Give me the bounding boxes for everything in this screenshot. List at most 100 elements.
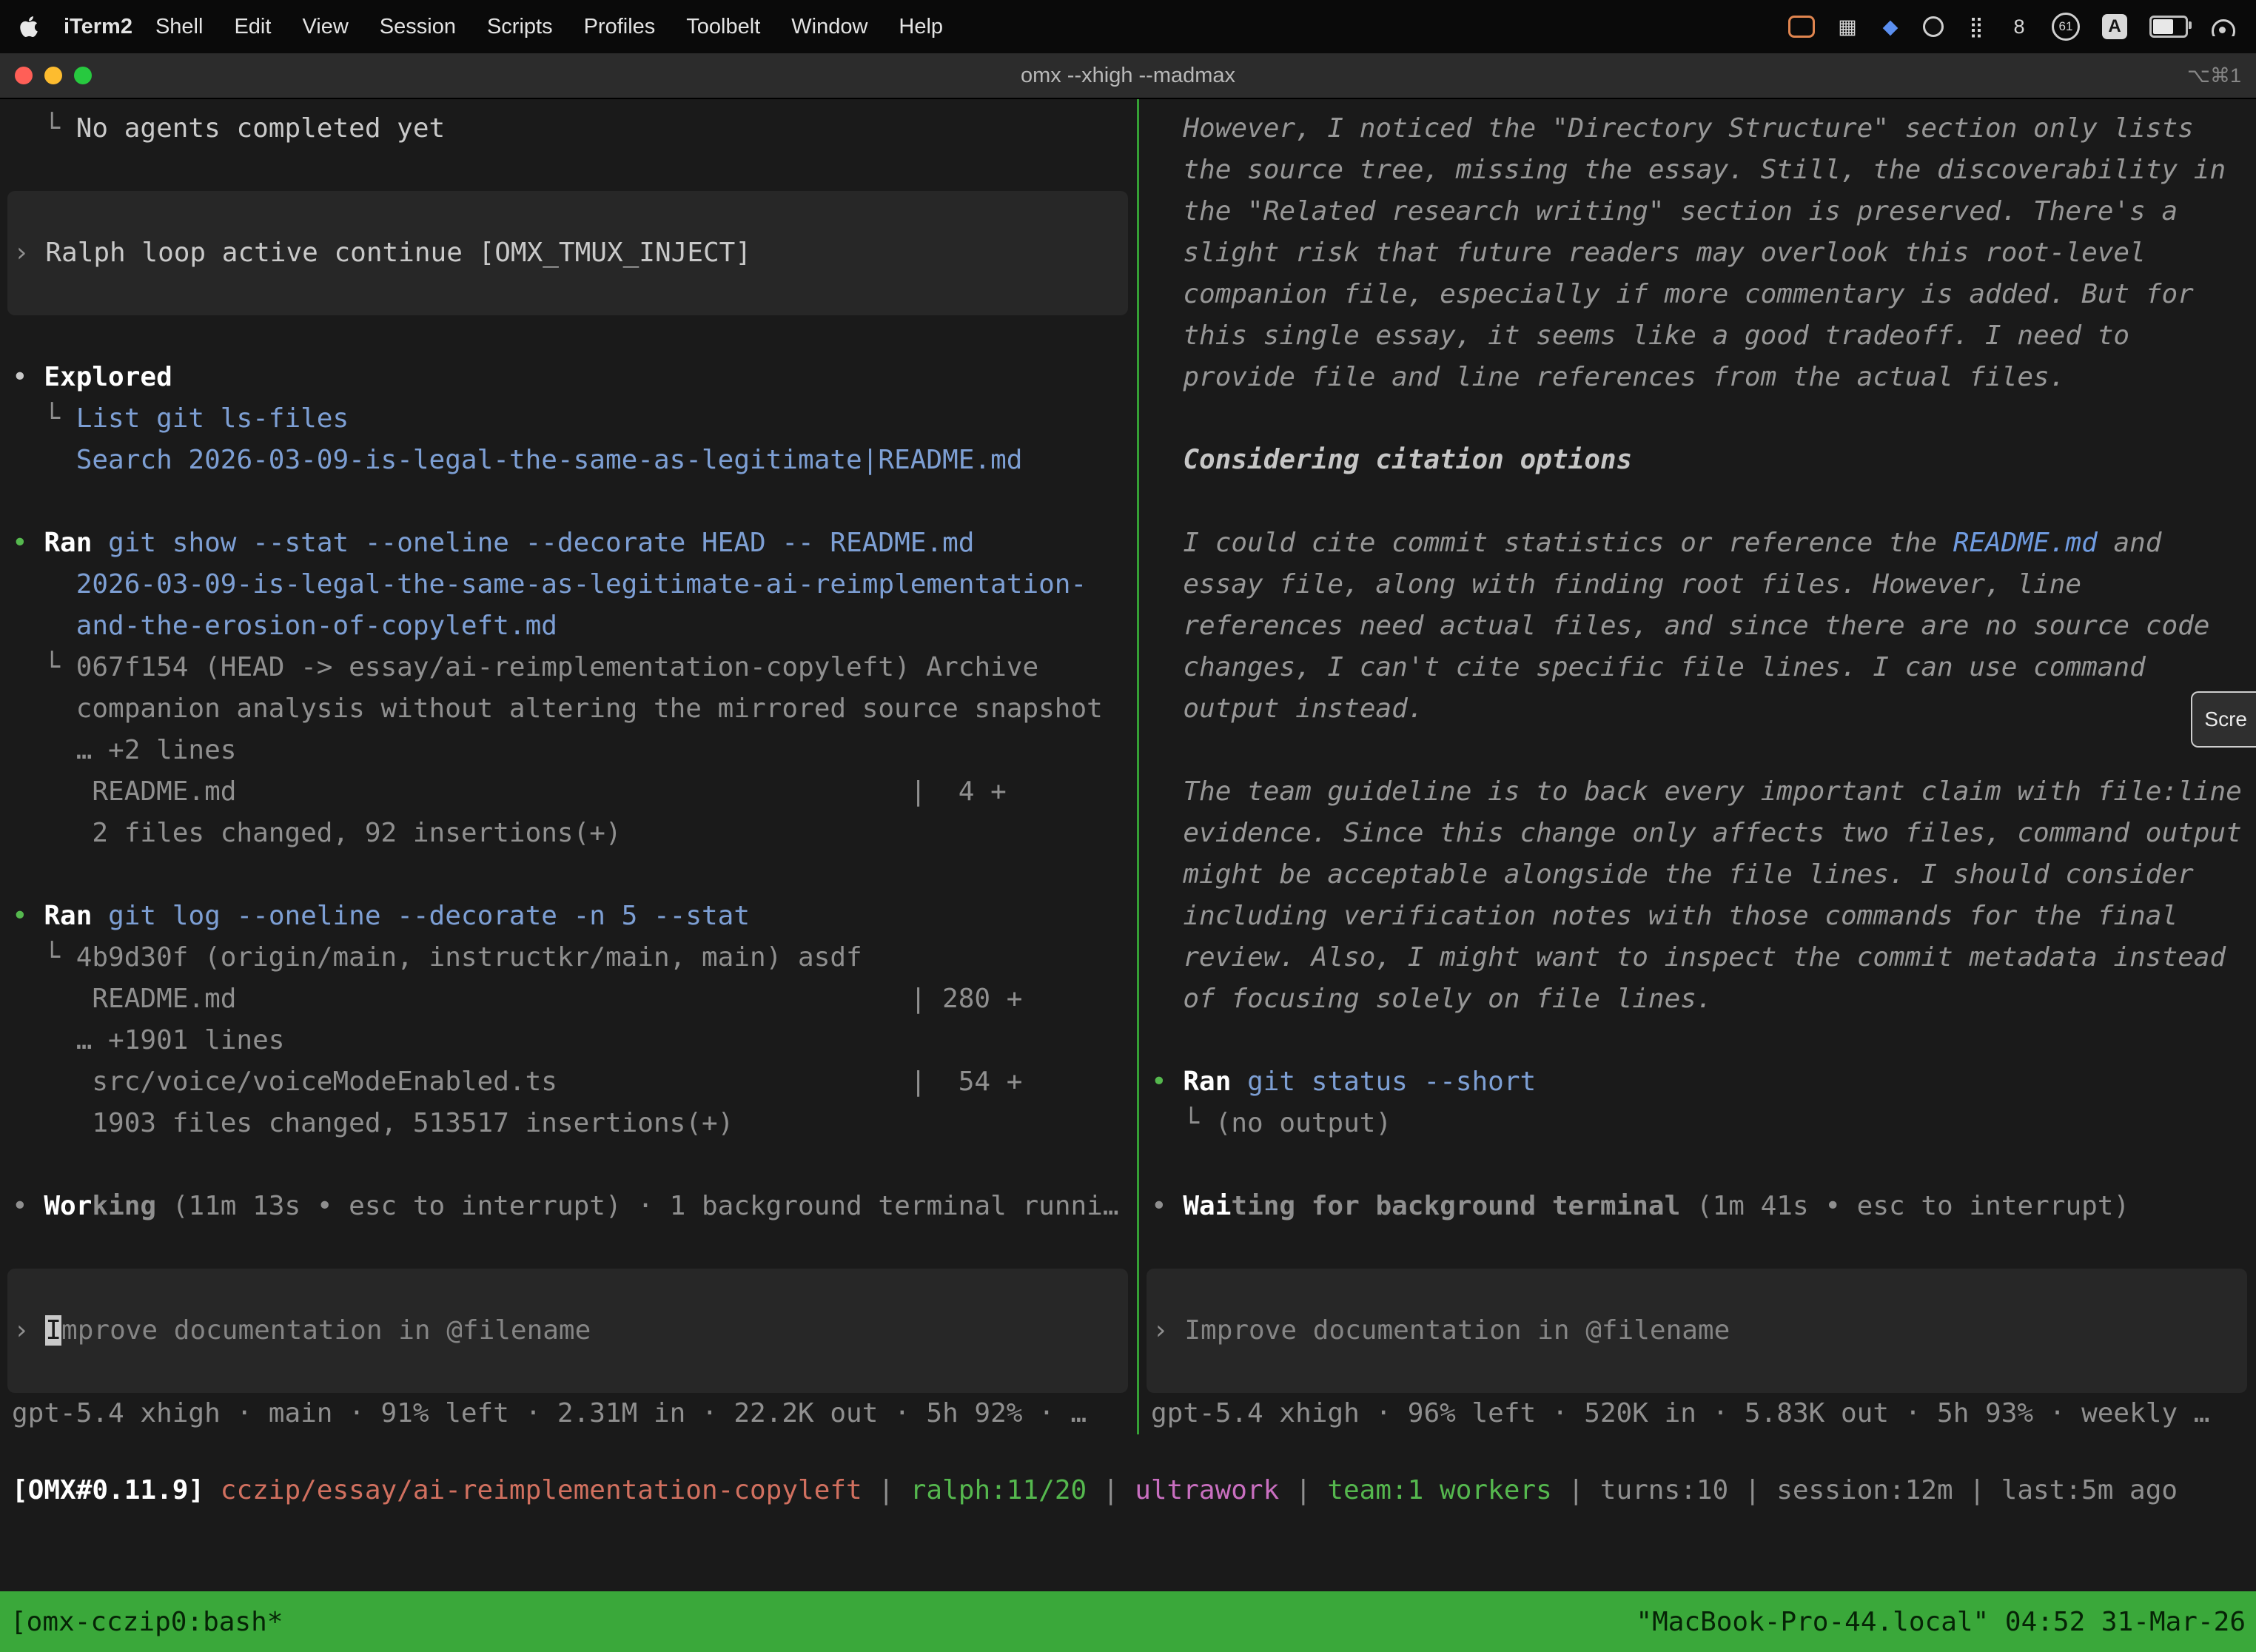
text-segment: team:1 workers [1327,1475,1551,1505]
input-source-icon[interactable]: A [2102,14,2127,39]
text-segment: ultrawork [1135,1475,1279,1505]
text-segment: (11m 13s • esc to interrupt) · 1 backgro… [156,1191,1118,1221]
terminal-blank-line [12,1144,1128,1186]
menu-item-toolbelt[interactable]: Toolbelt [671,15,776,39]
text-segment: slight risk that future readers may over… [1151,238,2146,268]
working-status: • Working (11m 13s • esc to interrupt) ·… [12,1186,1128,1227]
text-segment: of focusing solely on file lines. [1151,984,1713,1014]
text-segment: Wor [44,1191,92,1221]
menu-item-window[interactable]: Window [776,15,883,39]
number-8-key-icon[interactable]: 8 [2009,13,2030,40]
keyboard-grid-icon[interactable]: ▦ [1837,13,1858,40]
text-segment: └ [12,113,76,144]
text-segment: essay file, along with finding root file… [1151,569,2081,600]
terminal-line: • Ran git status --short [1151,1061,2247,1103]
text-segment: gpt-5.4 xhigh · main · 91% left · 2.31M … [12,1398,1087,1428]
terminal-line: Search 2026-03-09-is-legal-the-same-as-l… [12,440,1128,481]
terminal-line: README.md | 280 + [12,978,1128,1020]
menu-item-shell[interactable]: Shell [140,15,219,39]
text-segment: this single essay, it seems like a good … [1151,320,2129,351]
app-menu-name[interactable]: iTerm2 [64,15,132,39]
text-segment: git show --stat --oneline --decorate HEA… [108,528,974,558]
terminal-blank-line [12,150,1128,191]
status-ring-icon[interactable] [1923,16,1944,37]
battery-gauge-icon[interactable]: 61 [2052,13,2080,41]
text-segment: | [1953,1475,2001,1505]
menu-item-view[interactable]: View [286,15,363,39]
text-segment: | [1279,1475,1327,1505]
text-segment: might be acceptable alongside the file l… [1151,859,2194,890]
menu-item-scripts[interactable]: Scripts [471,15,568,39]
text-segment: cczip/essay/ai-reimplementation-copyleft [221,1475,862,1505]
text-segment [92,901,108,931]
app-grid-icon[interactable]: ⣿ [1966,13,1987,40]
session-status: gpt-5.4 xhigh · 96% left · 520K in · 5.8… [1151,1393,2247,1434]
session-status: gpt-5.4 xhigh · main · 91% left · 2.31M … [12,1393,1128,1434]
app-icon-blue[interactable]: ◆ [1880,13,1901,40]
menu-item-help[interactable]: Help [883,15,959,39]
prompt-input[interactable]: › Improve documentation in @filename [7,1269,1128,1393]
terminal-line: companion analysis without altering the … [12,688,1128,730]
terminal-blank-line [1151,730,2247,771]
text-segment: Ran [44,901,92,931]
terminal-line: review. Also, I might want to inspect th… [1151,937,2247,978]
text-segment: No agents completed yet [76,113,446,144]
battery-fill [2153,19,2173,34]
terminal-pane-left[interactable]: └ No agents completed yet › Ralph loop ac… [0,99,1137,1434]
text-segment: README.md | 280 + [12,984,1022,1014]
terminal-line: output instead. [1151,688,2247,730]
screen-popup[interactable]: Scre [2191,691,2256,748]
reasoning-heading: Considering citation options [1151,440,2247,481]
apple-menu[interactable] [19,15,38,38]
menu-item-profiles[interactable]: Profiles [568,15,671,39]
text-segment: README.md [1953,528,2098,558]
text-segment: › [13,238,45,268]
text-segment [12,569,76,600]
text-segment: evidence. Since this change only affects… [1151,818,2242,848]
text-segment: Ralph loop active continue [OMX_TMUX_INJ… [45,238,751,268]
text-segment: └ [1151,1108,1215,1138]
text-segment: the "Related research writing" section i… [1151,196,2178,226]
tmux-session-info: [omx-cczip0:bash* [10,1607,283,1637]
terminal-line: • Ran git show --stat --oneline --decora… [12,523,1128,564]
text-segment: List git ls-files [76,403,349,434]
text-segment [1231,1067,1247,1097]
terminal-line: companion file, especially if more comme… [1151,274,2247,315]
text-segment: [OMX#0.11.9] [12,1475,221,1505]
terminal-line: the "Related research writing" section i… [1151,191,2247,232]
terminal-line: › Ralph loop active continue [OMX_TMUX_I… [13,232,751,274]
text-segment: gpt-5.4 xhigh · 96% left · 520K in · 5.8… [1151,1398,2209,1428]
text-segment: session:12m [1776,1475,1953,1505]
text-segment: ralph:11/20 [910,1475,1087,1505]
text-segment: ting for background terminal [1231,1191,1680,1221]
omx-status-bar: [OMX#0.11.9] cczip/essay/ai-reimplementa… [0,1470,2256,1511]
terminal-line: references need actual files, and since … [1151,605,2247,647]
tmux-host-time: "MacBook-Pro-44.local" 04:52 31-Mar-26 [1636,1607,2246,1637]
text-segment: the source tree, missing the essay. Stil… [1151,155,2226,185]
text-segment: Explored [44,362,172,392]
terminal-line: └ No agents completed yet [12,108,1128,150]
battery-icon[interactable] [2149,16,2188,38]
terminal-pane-right[interactable]: However, I noticed the "Directory Struct… [1139,99,2256,1434]
text-segment: | [862,1475,910,1505]
prompt-input[interactable]: › Improve documentation in @filename [1147,1269,2247,1393]
terminal-line: The team guideline is to back every impo… [1151,771,2247,813]
text-segment [92,528,108,558]
text-segment: 1903 files changed, 513517 insertions(+) [12,1108,733,1138]
terminal-line: └ 4b9d30f (origin/main, instructkr/main,… [12,937,1128,978]
screen-recording-indicator[interactable] [1788,16,1815,38]
text-segment: 4b9d30f (origin/main, instructkr/main, m… [76,942,862,973]
text-segment: 2026-03-09-is-legal-the-same-as-legitima… [76,569,1087,600]
text-segment: Wai [1183,1191,1231,1221]
menu-item-edit[interactable]: Edit [218,15,286,39]
text-segment: provide file and line references from th… [1151,362,2065,392]
terminal-blank-line [1151,1227,2247,1269]
terminal-line: including verification notes with those … [1151,896,2247,937]
terminal-line: • Ran git log --oneline --decorate -n 5 … [12,896,1128,937]
text-segment: • [1151,1067,1183,1097]
text-segment: output instead. [1151,694,1423,724]
wifi-icon[interactable] [2210,17,2237,36]
terminal-blank-line [12,854,1128,896]
text-segment: (no output) [1215,1108,1391,1138]
menu-item-session[interactable]: Session [364,15,471,39]
